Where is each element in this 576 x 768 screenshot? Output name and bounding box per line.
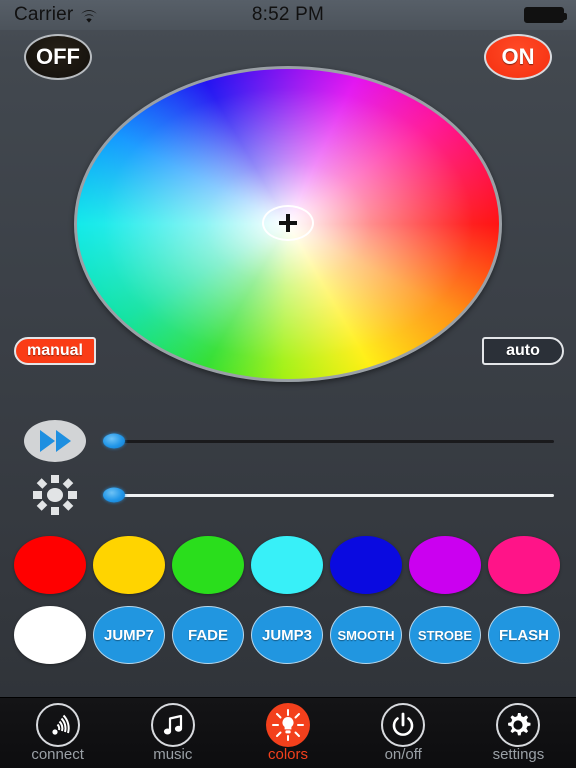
battery-full-icon (524, 7, 567, 23)
power-icon (381, 703, 426, 747)
crosshair-plus-icon[interactable] (262, 205, 314, 241)
tab-label: colors (268, 746, 309, 763)
effect-button-jump3[interactable]: JUMP3 (251, 606, 323, 664)
tab-colors[interactable]: colors (230, 698, 345, 768)
tab-label: settings (492, 746, 545, 763)
tab-bar: connect music colors on/off settings (0, 697, 576, 768)
color-preset-cyan[interactable] (251, 536, 323, 594)
gear-icon (496, 703, 541, 747)
color-preset-purple[interactable] (409, 536, 481, 594)
effect-button-row: JUMP7 FADE JUMP3 SMOOTH STROBE FLASH (0, 606, 576, 666)
speed-slider-row (0, 418, 576, 464)
effect-button-label: SMOOTH (337, 627, 395, 643)
color-preset-pink[interactable] (488, 536, 560, 594)
color-wheel[interactable] (74, 66, 502, 382)
color-preset-yellow[interactable] (93, 536, 165, 594)
brightness-slider[interactable] (103, 487, 554, 503)
color-preset-blue[interactable] (330, 536, 402, 594)
effect-button-label: FADE (187, 626, 228, 644)
speed-slider-thumb[interactable] (103, 433, 125, 449)
color-preset-green[interactable] (172, 536, 244, 594)
status-bar-right (524, 7, 567, 23)
effect-button-flash[interactable]: FLASH (488, 606, 560, 664)
tab-connect[interactable]: connect (0, 698, 115, 768)
effect-button-jump7[interactable]: JUMP7 (93, 606, 165, 664)
light-bulb-icon (266, 703, 310, 747)
effect-button-label: FLASH (499, 626, 549, 644)
effect-button-label: JUMP3 (261, 626, 313, 644)
brightness-slider-thumb[interactable] (103, 487, 125, 503)
signal-waves-icon (35, 703, 80, 747)
tab-on-off[interactable]: on/off (346, 698, 461, 768)
color-preset-row (0, 536, 576, 596)
speed-slider[interactable] (103, 433, 554, 449)
effect-button-label: STROBE (417, 627, 473, 643)
auto-mode-button[interactable]: auto (482, 337, 564, 365)
tab-label: music (153, 746, 193, 763)
fast-forward-icon (24, 420, 86, 462)
brightness-slider-row (0, 472, 576, 518)
color-preset-white[interactable] (14, 606, 86, 664)
tab-label: on/off (384, 746, 422, 763)
effect-button-smooth[interactable]: SMOOTH (330, 606, 402, 664)
music-note-icon (150, 703, 195, 747)
manual-mode-button[interactable]: manual (14, 337, 96, 365)
color-preset-red[interactable] (14, 536, 86, 594)
tab-label: connect (31, 746, 84, 763)
app-screen: Carrier 8:52 PM OFF ON manual auto JUMP7… (0, 0, 576, 768)
status-bar: Carrier 8:52 PM (0, 0, 576, 30)
tab-music[interactable]: music (115, 698, 230, 768)
sun-icon (24, 474, 86, 516)
effect-button-strobe[interactable]: STROBE (409, 606, 481, 664)
tab-settings[interactable]: settings (461, 698, 576, 768)
effect-button-fade[interactable]: FADE (172, 606, 244, 664)
effect-button-label: JUMP7 (103, 626, 155, 644)
clock-label: 8:52 PM (251, 4, 325, 25)
